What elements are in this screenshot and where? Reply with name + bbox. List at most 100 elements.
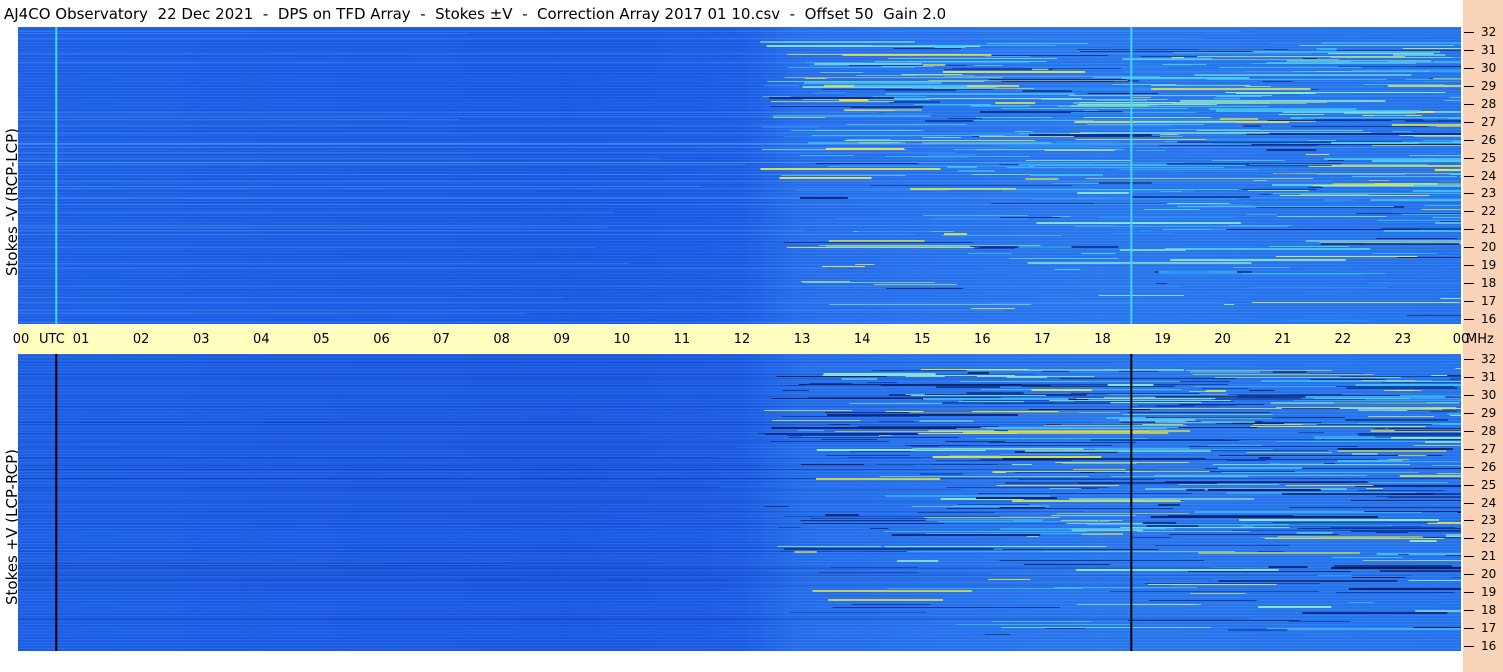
spectrogram-streak <box>1299 45 1454 46</box>
spectrogram-streak <box>1070 393 1200 394</box>
spectrogram-streak <box>809 383 852 384</box>
spectrogram-streak <box>1413 468 1461 469</box>
spectrogram-streak <box>945 441 1006 442</box>
mhz-unit-label: MHz <box>1466 332 1494 347</box>
spectrogram-streak <box>1246 452 1332 453</box>
spectrogram-streak <box>1241 189 1317 190</box>
spectrogram-streak <box>1139 230 1152 232</box>
frequency-tick-label: 30 <box>1481 60 1497 75</box>
spectrogram-streak <box>1343 478 1461 479</box>
spectrogram-streak <box>846 139 891 140</box>
spectrogram-streak <box>788 612 927 613</box>
spectrogram-streak <box>1049 488 1082 489</box>
spectrogram-streak <box>922 64 946 66</box>
spectrogram-streak <box>1413 136 1461 137</box>
spectrogram-streak <box>1320 243 1460 245</box>
spectrogram-streak <box>909 412 1120 413</box>
spectrogram-band <box>18 181 1333 182</box>
spectrogram-streak <box>947 118 983 119</box>
spectrogram-streak <box>1059 378 1237 379</box>
spectrogram-streak <box>885 156 1030 157</box>
spectrogram-streak <box>915 445 969 446</box>
spectrogram-streak <box>1321 186 1461 187</box>
spectrogram-streak <box>1435 222 1461 224</box>
time-tick-label: 01 <box>72 332 90 347</box>
spectrogram-streak <box>1346 387 1458 389</box>
spectrogram-streak <box>1352 176 1457 177</box>
spectrogram-streak <box>988 442 1137 443</box>
spectrogram-band <box>18 186 702 187</box>
spectrogram-streak <box>1351 61 1389 62</box>
spectrogram-streak <box>1198 552 1360 554</box>
spectrogram-band <box>18 230 805 231</box>
spectrogram-streak <box>1098 295 1184 296</box>
frequency-tick <box>1464 628 1474 630</box>
spectrogram-streak <box>801 84 857 85</box>
spectrogram-streak <box>984 634 1010 635</box>
spectrogram-streak <box>881 370 904 371</box>
spectrogram-streak <box>1025 203 1168 204</box>
spectrogram-streak <box>975 117 1053 118</box>
spectrogram-band <box>18 116 776 117</box>
frequency-tick <box>1464 484 1474 486</box>
spectrogram-streak <box>1436 473 1461 474</box>
spectrogram-streak <box>1329 62 1461 63</box>
spectrogram-streak <box>1085 178 1314 179</box>
spectrogram-streak <box>1221 472 1419 473</box>
spectrogram-streak <box>1398 455 1427 456</box>
time-tick-label: 08 <box>493 332 510 347</box>
spectrogram-streak <box>825 148 904 150</box>
spectrogram-streak <box>967 253 1012 254</box>
spectrogram-streak <box>1433 61 1461 62</box>
spectrogram-streak <box>1189 593 1246 594</box>
spectrogram-band <box>18 469 1158 470</box>
spectrogram-streak <box>1130 537 1172 538</box>
spectrogram-streak <box>1180 100 1386 102</box>
spectrogram-streak <box>1246 214 1277 215</box>
spectrogram-streak <box>979 136 1074 137</box>
spectrogram-streak <box>947 166 977 168</box>
spectrogram-streak <box>782 390 809 391</box>
spectrogram-streak <box>1171 57 1184 58</box>
spectrogram-streak <box>1077 49 1288 50</box>
spectrogram-streak <box>966 392 1024 394</box>
spectrogram-streak <box>762 96 791 97</box>
spectrogram-streak <box>1281 493 1434 495</box>
spectrogram-streak <box>932 456 1102 458</box>
spectrogram-streak <box>897 560 939 562</box>
frequency-tick-label: 17 <box>1481 294 1497 309</box>
spectrogram-streak <box>781 416 921 417</box>
spectrogram-band <box>18 297 565 298</box>
spectrogram-streak <box>1293 400 1461 401</box>
spectrogram-streak <box>1130 196 1250 198</box>
frequency-tick <box>1464 175 1474 177</box>
spectrogram-streak <box>1376 553 1461 555</box>
spectrogram-streak <box>804 78 827 79</box>
spectrogram-streak <box>1253 51 1440 53</box>
spectrogram-band <box>18 619 1233 620</box>
spectrogram-streak <box>917 512 995 513</box>
spectrogram-streak <box>1388 459 1410 460</box>
spectrogram-streak <box>839 99 869 101</box>
spectrogram-streak <box>910 395 1047 396</box>
spectrogram-streak <box>1305 240 1461 242</box>
spectrogram-streak <box>956 504 1030 505</box>
spectrogram-streak <box>1398 554 1409 555</box>
spectrogram-streak <box>1356 213 1461 214</box>
frequency-tick <box>1464 574 1474 576</box>
spectrogram-streak <box>1002 549 1159 550</box>
spectrogram-streak <box>922 398 1069 400</box>
spectrogram-streak <box>777 546 882 547</box>
spectrogram-streak <box>879 476 1089 477</box>
spectrogram-streak <box>799 155 854 156</box>
spectrogram-streak <box>925 120 974 122</box>
spectrogram-streak <box>881 66 934 67</box>
spectrogram-streak <box>1297 528 1461 529</box>
spectrogram-streak <box>957 170 995 172</box>
spectrogram-streak <box>1151 85 1251 86</box>
spectrogram-streak <box>979 163 1093 164</box>
spectrogram-streak <box>885 93 1075 95</box>
spectrogram-streak <box>1434 169 1461 171</box>
time-tick-label: 18 <box>1094 332 1111 347</box>
spectrogram-band <box>18 62 860 63</box>
